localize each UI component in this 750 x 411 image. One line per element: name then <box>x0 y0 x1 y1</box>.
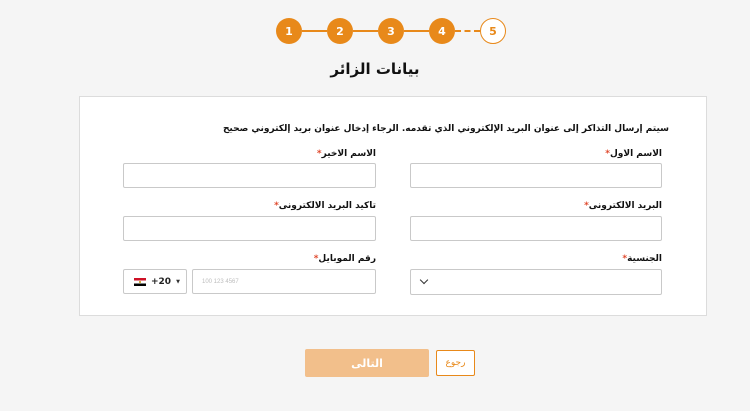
last-name-field[interactable] <box>123 163 376 188</box>
confirm-email-label: تاكيد البريد الالكترونى* <box>136 201 376 211</box>
step-4: 4 <box>429 18 455 44</box>
email-field[interactable] <box>410 216 662 241</box>
label-text: تاكيد البريد الالكترونى <box>278 201 376 211</box>
page-title: بيانات الزائر <box>330 60 420 78</box>
country-code-select[interactable]: +20 ▼ <box>123 269 187 294</box>
label-text: رقم الموبايل <box>318 254 376 264</box>
confirm-email-field[interactable] <box>123 216 376 241</box>
country-code: +20 <box>151 276 172 287</box>
label-text: البريد الالكترونى <box>588 201 662 211</box>
mobile-field: +20 ▼ 100 123 4567 <box>123 269 376 294</box>
mobile-input[interactable]: 100 123 4567 <box>192 269 376 294</box>
step-connector <box>353 30 378 32</box>
nationality-select[interactable] <box>410 269 662 295</box>
chevron-down-icon <box>419 275 429 285</box>
step-3: 3 <box>378 18 404 44</box>
next-button[interactable]: التالى <box>305 349 429 377</box>
email-label: البريد الالكترونى* <box>422 201 662 211</box>
label-text: الجنسية <box>627 254 662 264</box>
mobile-placeholder: 100 123 4567 <box>202 278 239 285</box>
back-button[interactable]: رجوع <box>436 350 475 376</box>
first-name-field[interactable] <box>410 163 662 188</box>
email-notice: سيتم إرسال التذاكر إلى عنوان البريد الإل… <box>222 124 669 134</box>
step-2: 2 <box>327 18 353 44</box>
label-text: الاسم الاخير <box>321 149 376 159</box>
label-text: الاسم الاول <box>609 149 662 159</box>
caret-down-icon: ▼ <box>176 278 180 285</box>
step-1: 1 <box>276 18 302 44</box>
mobile-label: رقم الموبايل* <box>136 254 376 264</box>
step-5: 5 <box>480 18 506 44</box>
first-name-label: الاسم الاول* <box>422 149 662 159</box>
step-connector <box>302 30 327 32</box>
step-connector <box>455 30 480 32</box>
step-connector <box>404 30 429 32</box>
egypt-flag-icon <box>134 277 146 286</box>
nationality-label: الجنسية* <box>422 254 662 264</box>
last-name-label: الاسم الاخير* <box>136 149 376 159</box>
progress-stepper: 1 2 3 4 5 <box>276 18 508 46</box>
